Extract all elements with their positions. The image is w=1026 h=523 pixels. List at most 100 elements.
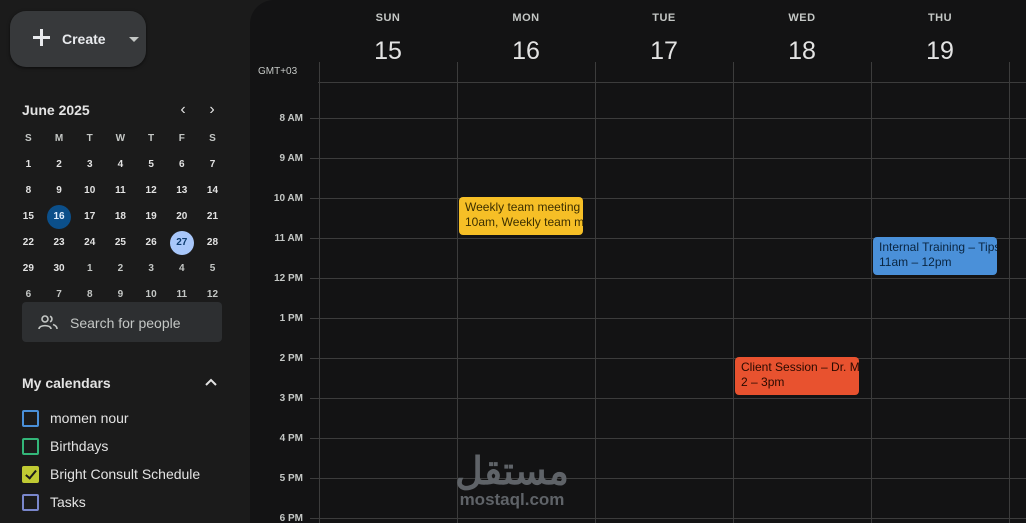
calendar-event[interactable]: Weekly team meeting10am, Weekly team mee… <box>459 197 583 235</box>
mini-calendar-day[interactable]: 1 <box>13 153 44 177</box>
event-time: 10am, Weekly team meeting <box>465 215 583 229</box>
day-number: 11 <box>115 185 126 196</box>
calendar-item[interactable]: momen nour <box>22 408 129 428</box>
mini-calendar-day[interactable]: 21 <box>197 205 228 229</box>
day-number[interactable]: 17 <box>595 37 733 66</box>
mini-calendar-day[interactable]: 15 <box>13 205 44 229</box>
mini-calendar-day[interactable]: 24 <box>74 231 105 255</box>
calendar-item[interactable]: Bright Consult Schedule <box>22 464 200 484</box>
search-people-placeholder: Search for people <box>70 315 181 331</box>
mini-calendar-day[interactable]: 26 <box>136 231 167 255</box>
mini-calendar-day[interactable]: 5 <box>136 153 167 177</box>
mini-calendar-day[interactable]: 28 <box>197 231 228 255</box>
day-number: 2 <box>117 263 124 274</box>
chevron-up-icon[interactable] <box>203 374 219 390</box>
day-number[interactable]: 15 <box>319 37 457 66</box>
search-people-input[interactable]: Search for people <box>22 302 222 342</box>
prev-month-icon[interactable]: ‹ <box>174 101 192 119</box>
mini-calendar-day[interactable]: 17 <box>74 205 105 229</box>
hour-line <box>310 518 1026 519</box>
calendar-checkbox[interactable] <box>22 493 39 511</box>
calendar-name: momen nour <box>50 410 129 426</box>
hour-line <box>310 318 1026 319</box>
day-number: 9 <box>56 185 62 196</box>
day-number: 8 <box>25 185 32 196</box>
day-of-week: WED <box>788 12 816 24</box>
week-row: 29 30 1 2 3 4 5 <box>13 256 228 282</box>
mini-calendar-day[interactable]: 18 <box>105 205 136 229</box>
mini-calendar-grid: S M T W T F S 1 2 3 4 5 6 7 8 9 10 11 12 13 14 15 16 17 18 19 20 21… <box>13 126 228 308</box>
calendar-checkbox[interactable] <box>22 437 39 455</box>
mini-calendar-day[interactable]: 7 <box>197 153 228 177</box>
mini-calendar-day[interactable]: 14 <box>197 179 228 203</box>
day-number: 28 <box>206 237 219 248</box>
mini-calendar-day[interactable]: 10 <box>74 179 105 203</box>
create-button[interactable]: Create <box>10 11 146 67</box>
day-number: 4 <box>117 159 124 170</box>
mini-calendar-day[interactable]: 20 <box>166 205 197 229</box>
week-view: GMT+03 8 AM 9 AM 10 AM 11 AM 12 PM 1 PM 2 PM 3 … <box>250 0 1026 523</box>
day-number: 15 <box>22 211 34 222</box>
calendar-checkbox[interactable] <box>22 409 39 427</box>
mini-calendar-day[interactable]: 3 <box>136 257 167 281</box>
mini-calendar-day[interactable]: 8 <box>13 179 44 203</box>
hour-line <box>310 358 1026 359</box>
mini-calendar-day[interactable]: 4 <box>166 257 197 281</box>
mini-calendar-day[interactable]: 29 <box>13 257 44 281</box>
day-number: 20 <box>176 211 188 222</box>
day-number[interactable]: 19 <box>871 37 1009 66</box>
my-calendars-title: My calendars <box>22 375 111 391</box>
day-number: 5 <box>209 263 216 274</box>
watermark-latin: mostaql.com <box>459 490 565 509</box>
day-number: 13 <box>176 185 188 196</box>
mini-calendar-day[interactable]: 19 <box>136 205 167 229</box>
mini-calendar-day[interactable]: 12 <box>136 179 167 203</box>
calendar-item[interactable]: Tasks <box>22 492 86 512</box>
next-month-icon[interactable]: › <box>203 101 221 119</box>
mini-calendar-day[interactable]: 27 <box>166 231 197 255</box>
mini-calendar-day[interactable]: 22 <box>13 231 44 255</box>
mini-calendar-day[interactable]: 16 <box>44 205 75 229</box>
day-number: 27 <box>169 231 194 255</box>
mini-calendar-day[interactable]: 2 <box>44 153 75 177</box>
time-label: 5 PM <box>279 473 303 484</box>
day-number: 29 <box>22 263 34 274</box>
calendar-checkbox[interactable] <box>22 465 39 483</box>
day-column-divider <box>1009 62 1010 523</box>
mini-calendar-day[interactable]: 25 <box>105 231 136 255</box>
calendar-event[interactable]: Client Session – Dr. M2 – 3pm <box>735 357 859 395</box>
day-number[interactable]: 16 <box>457 37 595 66</box>
calendar-item[interactable]: Birthdays <box>22 436 108 456</box>
time-label: 9 AM <box>279 153 303 164</box>
mini-calendar-day[interactable]: 1 <box>74 257 105 281</box>
calendar-name: Birthdays <box>50 438 109 454</box>
event-title: Internal Training – Tips <box>879 240 997 254</box>
calendar-event[interactable]: Internal Training – Tips 11am – 12pm <box>873 237 997 275</box>
mini-calendar-day[interactable]: 13 <box>166 179 197 203</box>
hour-line <box>310 478 1026 479</box>
day-number: 26 <box>145 237 157 248</box>
day-number: 3 <box>148 263 154 274</box>
day-of-week: MON <box>512 12 540 24</box>
day-number[interactable]: 18 <box>733 37 871 66</box>
day-number: 7 <box>209 159 216 170</box>
mini-calendar-day[interactable]: 6 <box>166 153 197 177</box>
mini-calendar-day[interactable]: 2 <box>105 257 136 281</box>
mini-calendar-day[interactable]: 3 <box>74 153 105 177</box>
time-label: 1 PM <box>279 313 303 324</box>
time-label: 10 AM <box>273 193 303 204</box>
mini-calendar-day[interactable]: 11 <box>105 179 136 203</box>
day-number: 1 <box>86 263 93 274</box>
week-row: 15 16 17 18 19 20 21 <box>13 204 228 230</box>
mini-calendar-day[interactable]: 30 <box>44 257 75 281</box>
mini-calendar-day[interactable]: 9 <box>44 179 75 203</box>
day-of-week: TUE <box>652 12 676 24</box>
people-icon <box>38 315 58 330</box>
mini-calendar-day[interactable]: 5 <box>197 257 228 281</box>
mini-calendar-day[interactable]: 23 <box>44 231 75 255</box>
mini-calendar-day[interactable]: 4 <box>105 153 136 177</box>
plus-icon <box>28 24 58 54</box>
day-column-divider <box>319 62 320 523</box>
day-number: 16 <box>47 205 72 229</box>
day-number: 14 <box>206 185 219 196</box>
